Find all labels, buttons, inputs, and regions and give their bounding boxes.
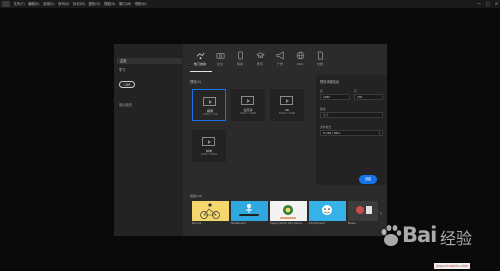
preset-size: 1080 x 1920 xyxy=(200,153,218,156)
template-card[interactable]: Bowie xyxy=(348,201,378,230)
height-input[interactable]: 720 xyxy=(354,94,383,100)
category-label: 热门启动 xyxy=(193,62,206,66)
video-icon xyxy=(280,96,293,105)
category-label: 教育 xyxy=(256,62,263,66)
category-ads[interactable]: 广告 xyxy=(270,47,290,71)
create-button[interactable]: 创建 xyxy=(359,175,377,184)
menu-window[interactable]: 窗口(W) xyxy=(119,0,131,8)
presets-title: 预设(4) xyxy=(190,80,201,84)
minimize-button[interactable]: — xyxy=(477,1,481,7)
template-card[interactable]: Skateboard xyxy=(231,201,268,230)
unit-label: 像素 xyxy=(320,107,326,111)
templates-title: 模板(32) xyxy=(190,194,203,198)
watermark-text-cn: 经验 xyxy=(440,229,473,248)
format-select[interactable]: H.264 / MP4 ▾ xyxy=(320,130,383,136)
app-logo-icon xyxy=(2,1,10,7)
height-label: 高 xyxy=(354,89,357,93)
template-thumbnail xyxy=(270,201,307,221)
category-label: Web xyxy=(296,62,304,66)
menu-view[interactable]: 视图(V) xyxy=(104,0,115,8)
preset-card[interactable]: 4K 3840 x 2160 xyxy=(270,89,304,121)
category-social[interactable]: 社交 xyxy=(210,47,230,71)
category-active-underline xyxy=(190,71,212,72)
close-button[interactable]: ✕ xyxy=(495,1,498,7)
menu-edit[interactable]: 编辑(E) xyxy=(28,0,39,8)
unit-field: 像素 xyxy=(320,112,383,118)
left-nav-panel: 主页 学习 CDR 最近使用 xyxy=(114,44,183,236)
category-label: 社交 xyxy=(216,62,223,66)
category-education[interactable]: 教育 xyxy=(250,47,270,71)
menu-file[interactable]: 文件(F) xyxy=(14,0,25,8)
preset-card[interactable]: 横屏 1280 x 720 xyxy=(192,89,226,121)
video-icon xyxy=(241,96,254,105)
menu-bar: 文件(F) 编辑(E) 剪辑(C) 序列(S) 标记(M) 图形(G) 视图(V… xyxy=(0,0,500,8)
template-thumbnail xyxy=(348,201,378,221)
template-card[interactable]: Happy Paddy Day Dance xyxy=(270,201,307,230)
preset-details-panel: 预设详细信息 宽 高 1280 720 像素 像素 文件格式 H.264 / M… xyxy=(316,75,387,185)
graduation-cap-icon xyxy=(256,52,265,59)
details-title: 预设详细信息 xyxy=(320,80,340,84)
paw-icon xyxy=(381,225,402,246)
recent-label: 最近使用 xyxy=(119,103,132,107)
template-name: Happy Paddy Day Dance xyxy=(270,222,303,225)
format-label: 文件格式 xyxy=(320,125,332,129)
mobile-icon xyxy=(238,51,243,60)
cdr-button[interactable]: CDR xyxy=(119,81,135,88)
category-document[interactable]: 文档 xyxy=(310,47,330,71)
template-name: Skateboard xyxy=(231,222,246,225)
baidu-watermark-logo: Bai 经验 xyxy=(380,216,480,256)
new-project-dialog: 主页 学习 CDR 最近使用 热门启动 社交 移动 教育 广告 Web 文档 预… xyxy=(114,44,387,236)
template-thumbnail xyxy=(231,201,268,221)
watermark-text: Bai xyxy=(402,223,437,247)
category-label: 移动 xyxy=(236,62,243,66)
template-card[interactable]: Bicycle xyxy=(192,201,229,230)
camera-icon xyxy=(216,53,225,59)
category-mobile[interactable]: 移动 xyxy=(230,47,250,71)
category-bar: 热门启动 社交 移动 教育 广告 Web 文档 xyxy=(190,47,330,71)
document-icon xyxy=(317,51,324,60)
watermark-url: jingyan.baidu.com xyxy=(434,263,471,269)
video-icon xyxy=(202,137,215,146)
social-icon xyxy=(196,52,205,60)
nav-item-learn[interactable]: 学习 xyxy=(119,67,125,73)
template-thumbnail xyxy=(309,201,346,221)
video-icon xyxy=(203,97,216,106)
width-input[interactable]: 1280 xyxy=(320,94,350,100)
chevron-down-icon: ▾ xyxy=(378,131,380,135)
menu-marker[interactable]: 标记(M) xyxy=(73,0,85,8)
preset-card[interactable]: 纵向 1080 x 1920 xyxy=(192,130,226,162)
menu-graphics[interactable]: 图形(G) xyxy=(89,0,101,8)
maximize-button[interactable]: □ xyxy=(486,1,490,7)
preset-size: 1280 x 720 xyxy=(202,113,218,116)
template-name: Bowie xyxy=(348,222,356,225)
window-controls: — □ ✕ xyxy=(477,1,498,7)
width-label: 宽 xyxy=(320,89,323,93)
category-popular[interactable]: 热门启动 xyxy=(190,47,210,71)
template-name: Compliment xyxy=(309,222,325,225)
menu-clip[interactable]: 剪辑(C) xyxy=(43,0,54,8)
category-label: 广告 xyxy=(276,62,283,66)
category-web[interactable]: Web xyxy=(290,47,310,71)
template-thumbnail xyxy=(192,201,229,221)
preset-size: 3840 x 2160 xyxy=(278,112,296,115)
format-value: H.264 / MP4 xyxy=(323,131,340,135)
preset-card[interactable]: 全高清 1920 x 1080 xyxy=(231,89,265,121)
preset-size: 1920 x 1080 xyxy=(239,112,257,115)
globe-icon xyxy=(296,51,305,60)
template-name: Bicycle xyxy=(192,222,202,225)
megaphone-icon xyxy=(276,51,284,60)
menu-help[interactable]: 帮助(H) xyxy=(135,0,147,8)
template-card[interactable]: Compliment xyxy=(309,201,346,230)
menu-sequence[interactable]: 序列(S) xyxy=(58,0,69,8)
nav-item-home[interactable]: 主页 xyxy=(117,58,182,64)
category-label: 文档 xyxy=(316,62,323,66)
